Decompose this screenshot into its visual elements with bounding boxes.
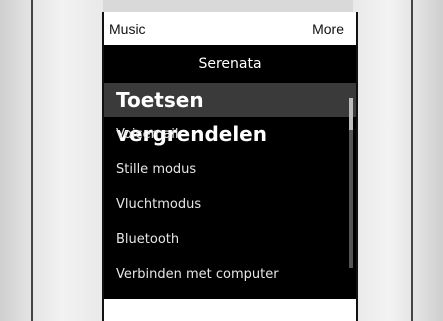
bottom-bar	[104, 299, 356, 321]
phone-screen: Music More Serenata Toetsen vergrendelen…	[102, 12, 358, 321]
settings-menu: Serenata Toetsen vergrendelen Voicemail …	[104, 45, 356, 299]
menu-title: Serenata	[198, 56, 262, 72]
menu-item-stille-modus[interactable]: Stille modus	[104, 152, 356, 187]
softkey-bar: Music More	[104, 12, 356, 45]
menu-item-verbinden-met-computer[interactable]: Verbinden met computer	[104, 257, 356, 292]
bezel-edge-left	[31, 0, 59, 321]
softkey-more[interactable]: More	[312, 21, 344, 37]
bezel-edge-right	[385, 0, 413, 321]
menu-scrollbar[interactable]	[349, 98, 353, 268]
menu-item-toetsen-vergrendelen[interactable]: Toetsen vergrendelen	[104, 83, 356, 146]
menu-item-bluetooth[interactable]: Bluetooth	[104, 222, 356, 257]
menu-item-vluchtmodus[interactable]: Vluchtmodus	[104, 187, 356, 222]
softkey-music[interactable]: Music	[109, 21, 146, 37]
scrollbar-thumb[interactable]	[349, 98, 353, 130]
